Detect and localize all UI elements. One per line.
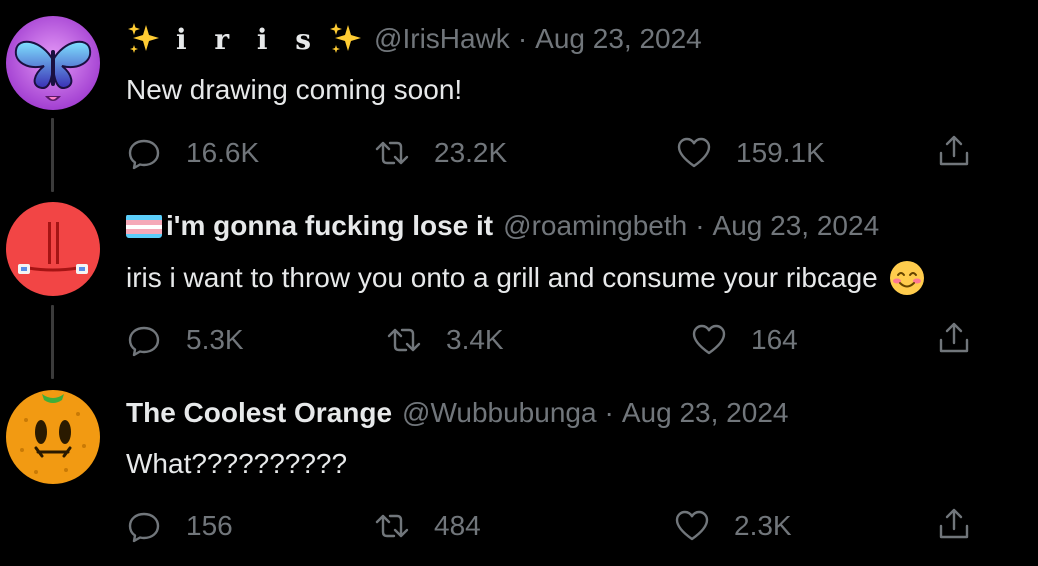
reply-button[interactable]: 156	[126, 506, 233, 546]
tweet[interactable]: i r i s @IrisHawk · Aug 23, 2024 New dra…	[0, 0, 1038, 188]
tweet-header: i r i s @IrisHawk · Aug 23, 2024	[126, 19, 702, 59]
separator: ·	[604, 397, 614, 428]
tweet-header: The Coolest Orange @Wubbubunga · Aug 23,…	[126, 393, 788, 433]
reply-count: 156	[186, 510, 233, 541]
share-button[interactable]	[936, 506, 972, 547]
display-name[interactable]: The Coolest Orange	[126, 397, 392, 429]
display-name[interactable]: i r i s	[176, 23, 320, 56]
display-name[interactable]: i'm gonna fucking lose it	[166, 210, 493, 242]
reply-count: 5.3K	[186, 324, 244, 355]
separator: ·	[695, 210, 705, 241]
avatar[interactable]	[6, 16, 100, 110]
transgender-flag-icon	[126, 214, 162, 238]
like-button[interactable]: 164	[691, 320, 798, 360]
sparkles-icon	[126, 21, 162, 57]
sparkles-icon	[328, 21, 364, 57]
like-button[interactable]: 159.1K	[676, 133, 825, 173]
red-face-avatar-icon	[6, 202, 100, 296]
user-handle[interactable]: @roamingbeth	[503, 210, 687, 242]
tweet-text-row: iris i want to throw you onto a grill an…	[126, 257, 926, 299]
tweet-text: What??????????	[126, 448, 348, 479]
retweet-button[interactable]: 23.2K	[374, 133, 507, 173]
tweet-date[interactable]: Aug 23, 2024	[622, 397, 789, 429]
avatar[interactable]	[6, 390, 100, 484]
smiling-face-icon	[888, 259, 926, 297]
retweet-icon	[387, 328, 421, 352]
like-count: 164	[751, 324, 798, 355]
tweet[interactable]: The Coolest Orange @Wubbubunga · Aug 23,…	[0, 376, 1038, 566]
heart-icon	[677, 137, 711, 168]
tweet-date[interactable]: Aug 23, 2024	[535, 23, 702, 55]
retweet-count: 3.4K	[446, 324, 504, 355]
tweet[interactable]: i'm gonna fucking lose it @roamingbeth ·…	[0, 188, 1038, 376]
tweet-header: i'm gonna fucking lose it @roamingbeth ·…	[126, 206, 879, 246]
like-button[interactable]: 2.3K	[674, 506, 792, 546]
reply-button[interactable]: 16.6K	[126, 133, 259, 173]
share-icon	[939, 322, 969, 353]
separator: ·	[517, 23, 528, 54]
retweet-icon	[375, 514, 409, 538]
share-icon	[939, 135, 969, 166]
reply-count: 16.6K	[186, 137, 260, 168]
user-handle[interactable]: @Wubbubunga	[402, 397, 597, 429]
reply-icon	[128, 139, 160, 170]
retweet-icon	[375, 141, 409, 165]
retweet-count: 23.2K	[434, 137, 508, 168]
reply-icon	[128, 512, 160, 543]
tweet-actions: 5.3K 3.4K 164	[126, 320, 976, 360]
retweet-count: 484	[434, 510, 481, 541]
retweet-button[interactable]: 484	[374, 506, 481, 546]
tweet-actions: 156 484 2.3K	[126, 506, 976, 546]
share-button[interactable]	[936, 320, 972, 361]
share-button[interactable]	[936, 133, 972, 174]
like-count: 159.1K	[736, 137, 825, 168]
orange-avatar-icon	[6, 390, 100, 484]
heart-icon	[675, 510, 709, 541]
retweet-button[interactable]: 3.4K	[386, 320, 504, 360]
like-count: 2.3K	[734, 510, 792, 541]
avatar[interactable]	[6, 202, 100, 296]
share-icon	[939, 508, 969, 539]
heart-icon	[692, 324, 726, 355]
tweet-actions: 16.6K 23.2K 159.1K	[126, 133, 976, 173]
tweet-date[interactable]: Aug 23, 2024	[713, 210, 880, 242]
butterfly-avatar-icon	[6, 16, 100, 110]
user-handle[interactable]: @IrisHawk	[374, 23, 510, 55]
reply-button[interactable]: 5.3K	[126, 320, 244, 360]
tweet-text: iris i want to throw you onto a grill an…	[126, 262, 878, 293]
tweet-text: New drawing coming soon!	[126, 74, 463, 105]
reply-icon	[128, 326, 160, 357]
